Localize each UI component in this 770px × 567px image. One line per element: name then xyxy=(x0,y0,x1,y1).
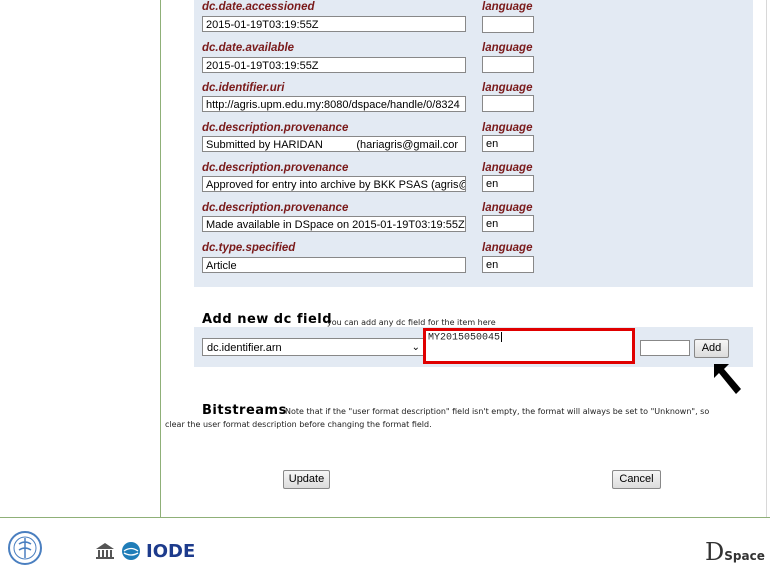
dspace-logo-d: D xyxy=(705,538,725,566)
language-input[interactable] xyxy=(482,95,534,112)
field-value-input[interactable]: Submitted by HARIDAN (hariagris@gmail.co… xyxy=(202,136,466,152)
language-label: language xyxy=(482,242,533,254)
bitstreams-note-line2: clear the user format description before… xyxy=(165,420,432,429)
dspace-logo[interactable]: DSpace xyxy=(705,538,765,566)
language-input[interactable] xyxy=(482,56,534,73)
language-label: language xyxy=(482,42,533,54)
field-value-input[interactable]: 2015-01-19T03:19:55Z xyxy=(202,16,466,32)
language-label: language xyxy=(482,82,533,94)
dc-field-select[interactable]: dc.identifier.arn ⌄ xyxy=(202,338,424,356)
iode-logo[interactable]: IODE xyxy=(146,541,195,562)
field-value-input[interactable]: Article xyxy=(202,257,466,273)
new-language-input[interactable] xyxy=(640,340,690,356)
new-value-text: MY2015050045 xyxy=(428,332,501,344)
add-field-title: Add new dc field xyxy=(202,312,333,327)
field-value-input[interactable]: http://agris.upm.edu.my:8080/dspace/hand… xyxy=(202,96,466,112)
language-input[interactable]: en xyxy=(482,215,534,232)
right-divider xyxy=(766,0,767,517)
ioc-globe-icon[interactable] xyxy=(121,541,141,561)
field-label: dc.date.available xyxy=(202,42,295,54)
cancel-button[interactable]: Cancel xyxy=(612,470,661,489)
footer-divider xyxy=(0,517,770,518)
language-input[interactable] xyxy=(482,16,534,33)
language-label: language xyxy=(482,1,533,13)
text-cursor xyxy=(501,332,503,342)
bitstreams-title: Bitstreams xyxy=(202,403,287,418)
chevron-down-icon[interactable]: ⌄ xyxy=(412,339,420,357)
mouse-pointer-icon xyxy=(714,364,741,394)
bitstreams-note-line1: Note that if the "user format descriptio… xyxy=(285,407,710,416)
language-label: language xyxy=(482,122,533,134)
dc-field-selected: dc.identifier.arn xyxy=(207,342,282,354)
update-button[interactable]: Update xyxy=(283,470,330,489)
add-field-hint: you can add any dc field for the item he… xyxy=(327,318,496,327)
field-value-input[interactable]: 2015-01-19T03:19:55Z xyxy=(202,57,466,73)
field-label: dc.date.accessioned xyxy=(202,1,315,13)
field-label: dc.identifier.uri xyxy=(202,82,285,94)
field-value-input[interactable]: Approved for entry into archive by BKK P… xyxy=(202,176,466,192)
dspace-logo-text: Space xyxy=(724,549,765,563)
unesco-logo-icon[interactable] xyxy=(95,542,115,560)
field-value-input[interactable]: Made available in DSpace on 2015-01-19T0… xyxy=(202,216,466,232)
left-divider xyxy=(160,0,161,517)
field-label: dc.type.specified xyxy=(202,242,296,254)
field-label: dc.description.provenance xyxy=(202,122,349,134)
language-input[interactable]: en xyxy=(482,256,534,273)
language-label: language xyxy=(482,162,533,174)
language-label: language xyxy=(482,202,533,214)
new-value-textarea[interactable]: MY2015050045 xyxy=(428,332,628,360)
field-label: dc.description.provenance xyxy=(202,162,349,174)
language-input[interactable]: en xyxy=(482,175,534,192)
fao-logo-icon[interactable] xyxy=(7,530,43,566)
field-label: dc.description.provenance xyxy=(202,202,349,214)
language-input[interactable]: en xyxy=(482,135,534,152)
add-button[interactable]: Add xyxy=(694,339,729,358)
